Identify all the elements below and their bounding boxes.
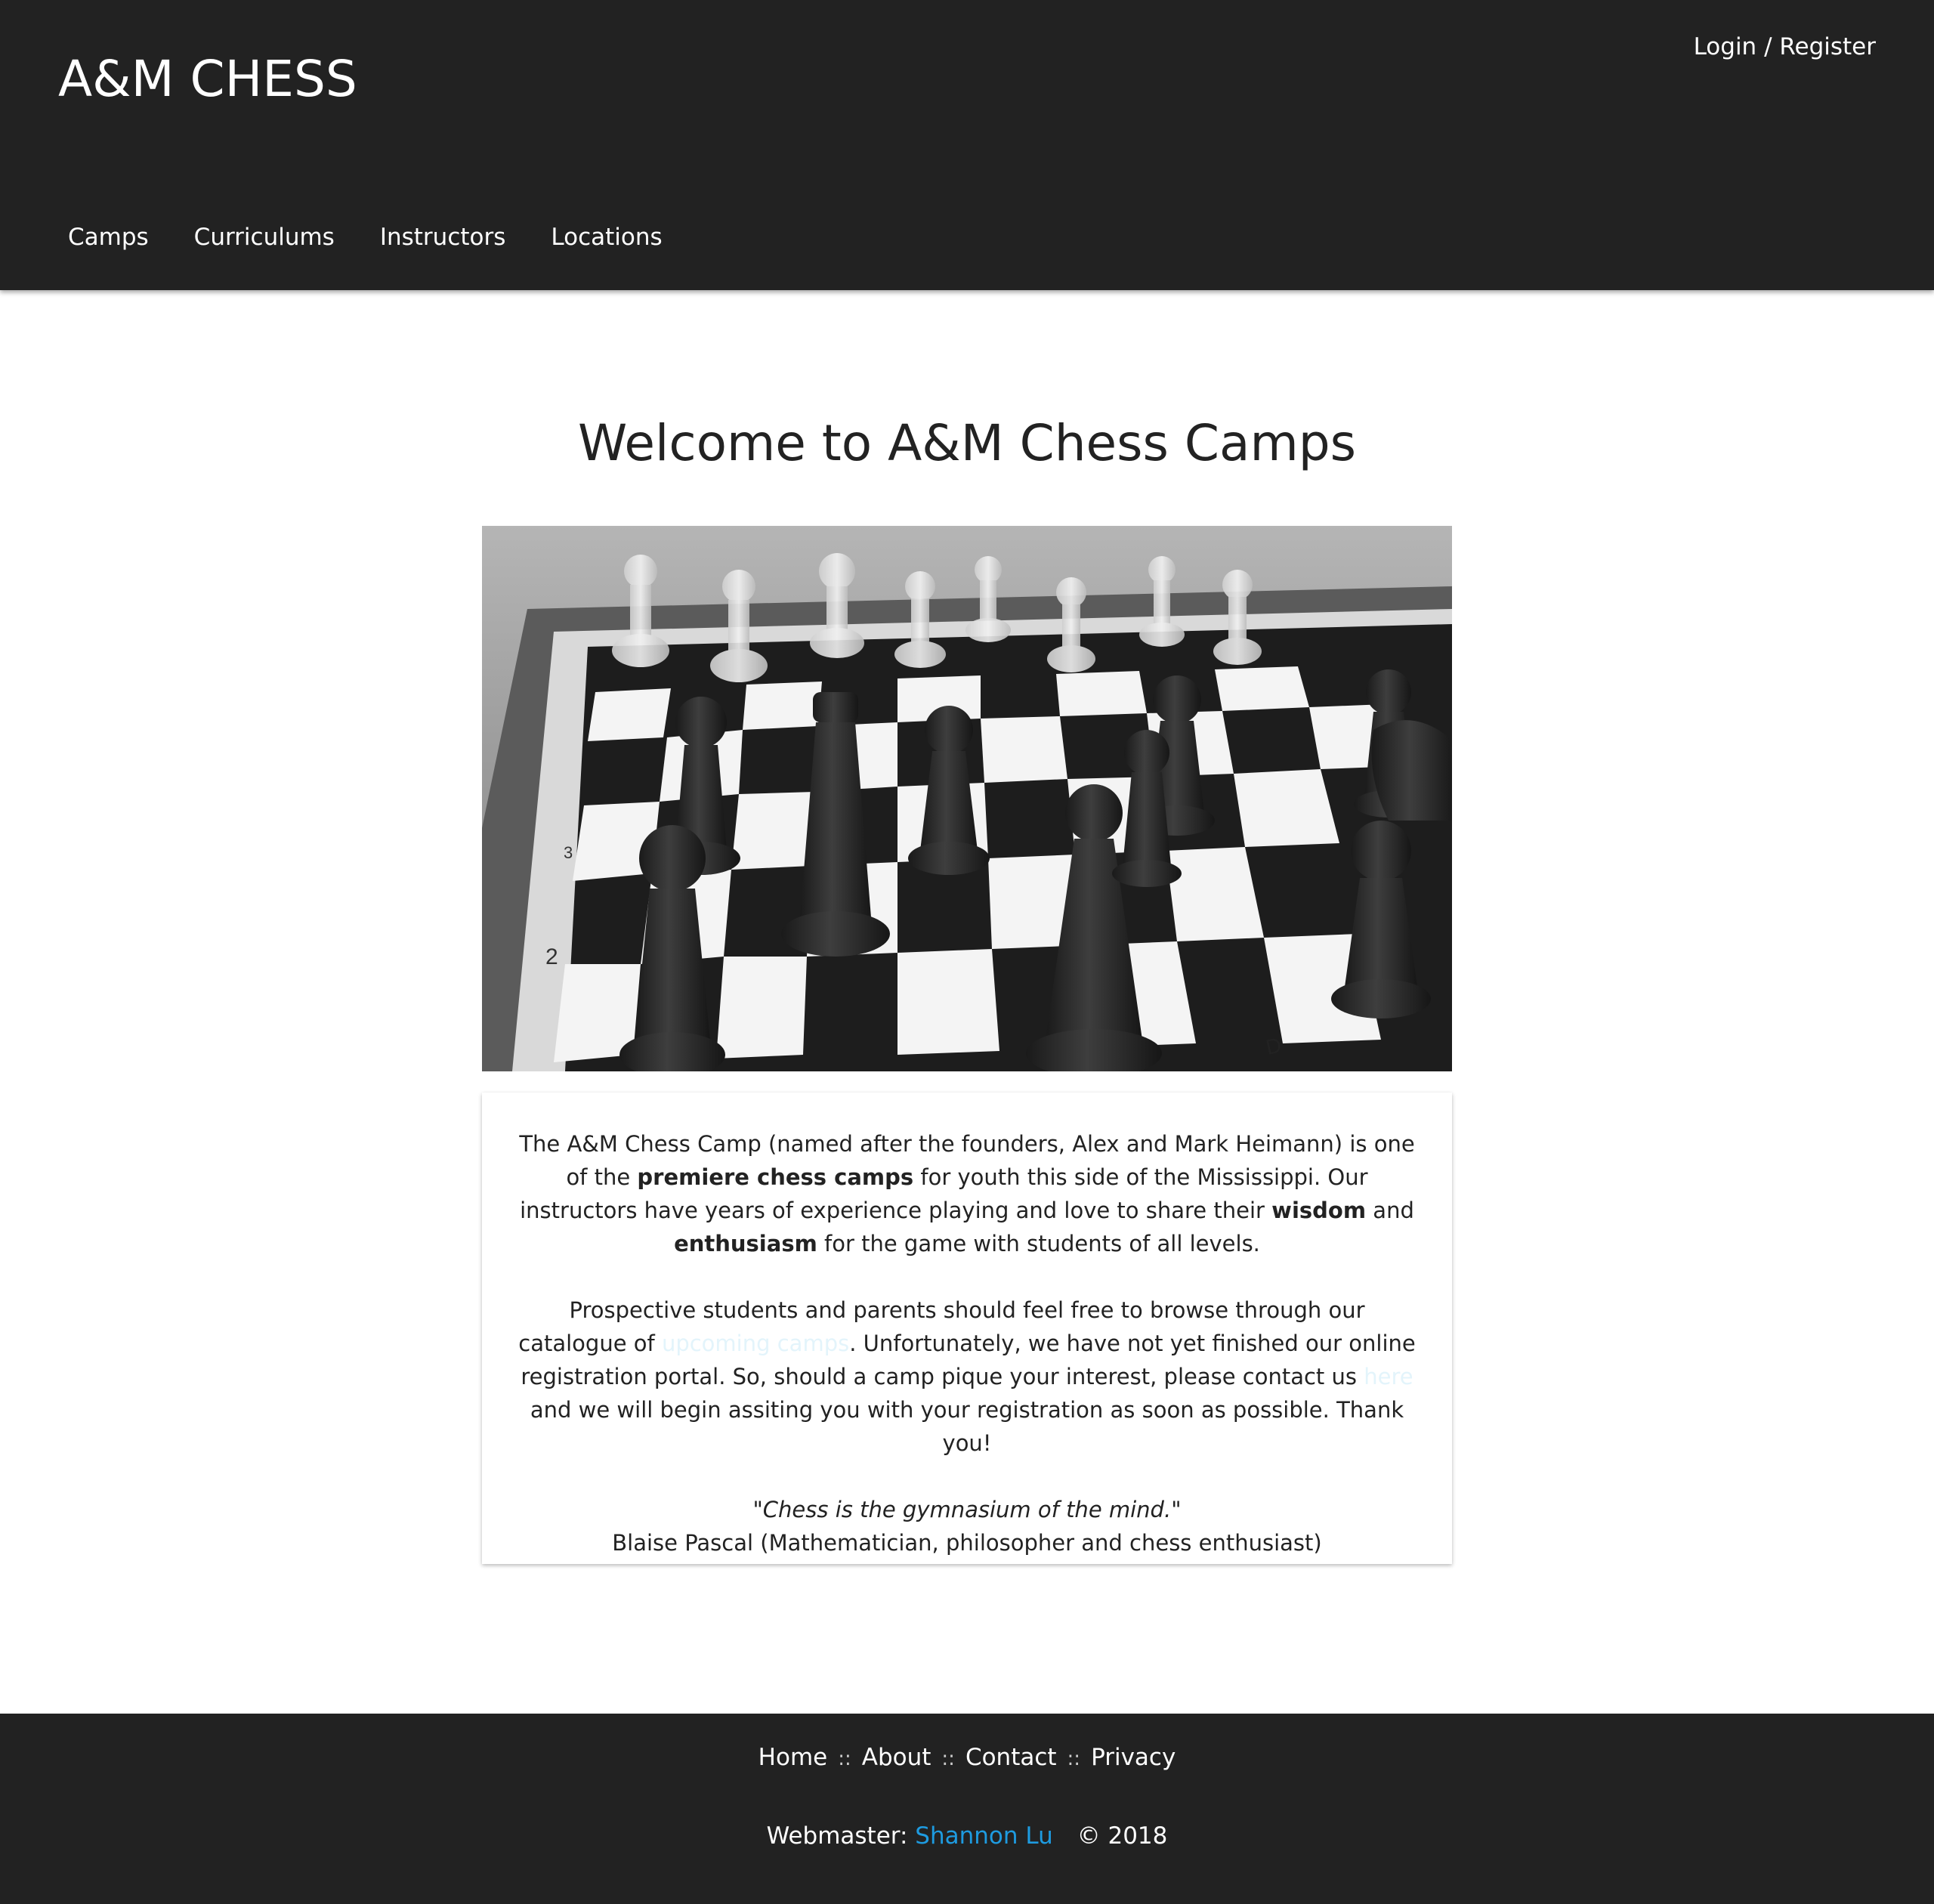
hero-chessboard-image: 3 2 D [482, 526, 1452, 1071]
board-rank-label-2: 2 [545, 944, 558, 969]
highlight-premiere: premiere chess camps [637, 1164, 914, 1190]
footer-separator: :: [941, 1748, 955, 1770]
quote-block: "Chess is the gymnasium of the mind." Bl… [518, 1493, 1416, 1559]
footer-separator: :: [838, 1748, 851, 1770]
footer-credit: Webmaster: Shannon Lu © 2018 [0, 1822, 1934, 1850]
nav-item-curriculums[interactable]: Curriculums [171, 224, 357, 251]
nav-item-instructors[interactable]: Instructors [357, 224, 529, 251]
intro-paragraph: The A&M Chess Camp (named after the foun… [519, 1131, 1415, 1256]
footer-link-privacy[interactable]: Privacy [1091, 1744, 1176, 1771]
footer-link-about[interactable]: About [862, 1744, 931, 1771]
footer-separator: :: [1067, 1748, 1081, 1770]
site-logo[interactable]: A&M CHESS [58, 50, 357, 108]
page-title: Welcome to A&M Chess Camps [577, 414, 1357, 472]
footer-link-contact[interactable]: Contact [965, 1744, 1057, 1771]
upcoming-camps-link[interactable]: upcoming camps [662, 1331, 849, 1356]
quote-attribution: Blaise Pascal (Mathematician, philosophe… [612, 1530, 1322, 1556]
contact-here-link[interactable]: here [1364, 1364, 1413, 1389]
highlight-enthusiasm: enthusiasm [674, 1231, 817, 1256]
login-register-link[interactable]: Login / Register [1694, 33, 1876, 60]
main-nav: Camps Curriculums Instructors Locations [45, 224, 685, 251]
board-rank-label-3: 3 [564, 843, 573, 862]
footer-nav: Home:: About:: Contact:: Privacy [0, 1744, 1934, 1771]
nav-item-locations[interactable]: Locations [528, 224, 684, 251]
prospective-paragraph: Prospective students and parents should … [518, 1297, 1416, 1456]
site-header: A&M CHESS Login / Register Camps Curricu… [0, 0, 1934, 290]
highlight-wisdom: wisdom [1271, 1198, 1367, 1223]
footer-link-home[interactable]: Home [758, 1744, 828, 1771]
site-footer: Home:: About:: Contact:: Privacy Webmaster:… [0, 1714, 1934, 1904]
webmaster-link[interactable]: Shannon Lu [915, 1822, 1052, 1850]
quote-text: "Chess is the gymnasium of the mind." [752, 1497, 1182, 1522]
webmaster-label: Webmaster: [766, 1822, 908, 1850]
intro-card: The A&M Chess Camp (named after the foun… [482, 1093, 1452, 1564]
nav-item-camps[interactable]: Camps [45, 224, 171, 251]
copyright-text: © 2018 [1077, 1822, 1168, 1850]
